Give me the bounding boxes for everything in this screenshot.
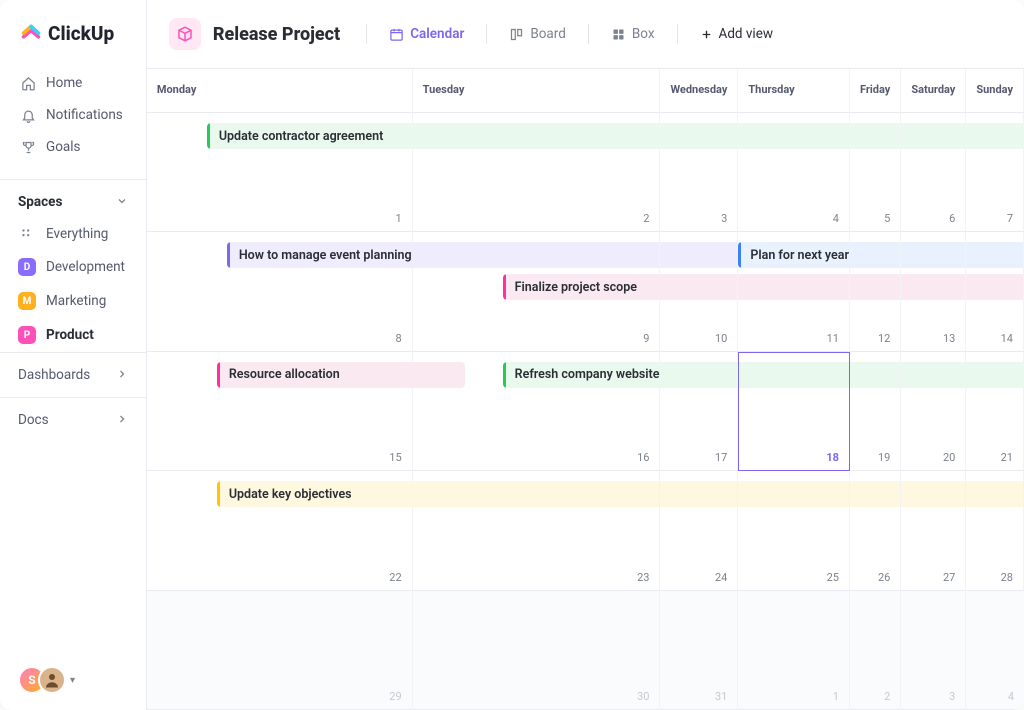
calendar-cell[interactable]: 17 (660, 352, 738, 471)
calendar-cell[interactable]: How to manage event planning 8 (147, 232, 413, 351)
view-board[interactable]: Board (503, 22, 572, 46)
weekday-header: Friday (850, 69, 901, 113)
calendar-cell[interactable]: 25 (738, 471, 850, 590)
trophy-icon (20, 140, 36, 155)
calendar-cell[interactable]: 3 (660, 113, 738, 232)
view-box[interactable]: Box (605, 22, 661, 46)
brand-logo: ClickUp (0, 0, 146, 63)
calendar-cell[interactable]: 10 (660, 232, 738, 351)
calendar-cell[interactable]: 19 (850, 352, 901, 471)
brand-name: ClickUp (48, 22, 114, 45)
project-title: Release Project (213, 24, 340, 45)
calendar-cell[interactable]: 4 (738, 113, 850, 232)
calendar-cell[interactable]: 30 (413, 591, 661, 710)
nav-home[interactable]: Home (10, 67, 136, 99)
space-badge: P (18, 326, 36, 344)
separator (588, 24, 589, 44)
main: Release Project Calendar Board (147, 0, 1024, 710)
separator (486, 24, 487, 44)
space-development[interactable]: D Development (0, 250, 146, 284)
calendar-cell[interactable]: Update contractor agreement 1 (147, 113, 413, 232)
chevron-right-icon (116, 413, 128, 428)
calendar-cell[interactable]: Refresh company website 16 (413, 352, 661, 471)
spaces-header[interactable]: Spaces (0, 179, 146, 218)
avatar (38, 666, 66, 694)
calendar-cell[interactable]: 27 (901, 471, 966, 590)
calendar-cell[interactable]: 26 (850, 471, 901, 590)
sidebar-docs[interactable]: Docs (0, 397, 146, 442)
view-calendar[interactable]: Calendar (383, 22, 470, 46)
separator (366, 24, 367, 44)
calendar-cell[interactable]: Resource allocation 15 (147, 352, 413, 471)
calendar-cell[interactable]: 29 (147, 591, 413, 710)
nav-goals[interactable]: Goals (10, 131, 136, 163)
calendar-cell[interactable]: 2 (850, 591, 901, 710)
topbar: Release Project Calendar Board (147, 0, 1024, 69)
grid-dots-icon (18, 227, 36, 241)
calendar-cell[interactable]: 4 (966, 591, 1024, 710)
weekday-header: Wednesday (660, 69, 738, 113)
calendar-cell[interactable]: Finalize project scope 9 (413, 232, 661, 351)
calendar-cell[interactable]: Update key objectives 22 (147, 471, 413, 590)
calendar-cell-today[interactable]: 18 (738, 352, 850, 471)
space-everything[interactable]: Everything (0, 218, 146, 250)
calendar-cell[interactable]: 20 (901, 352, 966, 471)
caret-down-icon: ▾ (70, 675, 75, 686)
project-cube-icon (169, 18, 201, 50)
calendar-cell[interactable]: 3 (901, 591, 966, 710)
weekday-header: Tuesday (413, 69, 661, 113)
chevron-down-icon (116, 195, 128, 210)
calendar-cell[interactable]: 31 (660, 591, 738, 710)
calendar-cell[interactable]: Plan for next year 11 (738, 232, 850, 351)
calendar-cell[interactable]: 5 (850, 113, 901, 232)
chevron-right-icon (116, 368, 128, 383)
sidebar-dashboards[interactable]: Dashboards (0, 352, 146, 397)
plus-icon (700, 28, 713, 41)
weekday-header: Sunday (966, 69, 1024, 113)
weekday-header: Saturday (901, 69, 966, 113)
space-product[interactable]: P Product (0, 318, 146, 352)
user-avatars[interactable]: S ▾ (0, 650, 146, 710)
weekday-header: Thursday (738, 69, 850, 113)
calendar-cell[interactable]: 14 (966, 232, 1024, 351)
calendar-cell[interactable]: 7 (966, 113, 1024, 232)
calendar-cell[interactable]: 6 (901, 113, 966, 232)
home-icon (20, 76, 36, 91)
sidebar: ClickUp Home Notifications Goals (0, 0, 147, 710)
calendar-cell[interactable]: 13 (901, 232, 966, 351)
weekday-header: Monday (147, 69, 413, 113)
brand-mark-icon (20, 23, 42, 45)
nav-notifications[interactable]: Notifications (10, 99, 136, 131)
calendar-grid: Monday Tuesday Wednesday Thursday Friday… (147, 69, 1024, 710)
add-view-button[interactable]: Add view (694, 22, 780, 46)
calendar-cell[interactable]: 2 (413, 113, 661, 232)
separator (677, 24, 678, 44)
calendar-icon (389, 27, 404, 42)
space-badge: M (18, 292, 36, 310)
box-grid-icon (611, 27, 626, 42)
calendar-cell[interactable]: 21 (966, 352, 1024, 471)
space-marketing[interactable]: M Marketing (0, 284, 146, 318)
calendar-cell[interactable]: 23 (413, 471, 661, 590)
calendar-cell[interactable]: 1 (738, 591, 850, 710)
calendar-cell[interactable]: 24 (660, 471, 738, 590)
board-icon (509, 27, 524, 42)
calendar-cell[interactable]: 12 (850, 232, 901, 351)
bell-icon (20, 108, 36, 123)
space-badge: D (18, 258, 36, 276)
calendar-cell[interactable]: 28 (966, 471, 1024, 590)
